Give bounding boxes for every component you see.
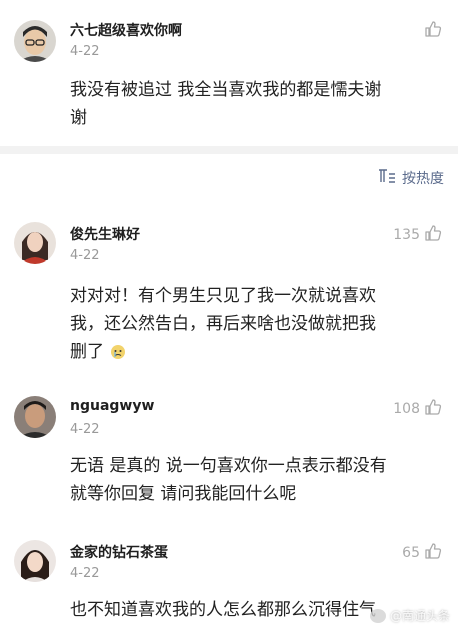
username[interactable]: 金家的钻石茶蛋 bbox=[70, 542, 168, 562]
sort-icon bbox=[378, 168, 396, 188]
comment-date: 4-22 bbox=[70, 566, 100, 581]
thumbs-up-icon bbox=[424, 20, 442, 42]
watermark: @南通头条 bbox=[369, 607, 450, 624]
crying-emoji-icon bbox=[109, 341, 127, 359]
like-button[interactable]: 135 bbox=[393, 224, 442, 246]
thumbs-up-icon bbox=[424, 224, 442, 246]
weibo-icon bbox=[369, 608, 386, 623]
thumbs-up-icon bbox=[424, 398, 442, 420]
like-count: 65 bbox=[402, 545, 420, 561]
avatar[interactable] bbox=[14, 540, 56, 582]
comment-date: 4-22 bbox=[70, 248, 100, 263]
like-button[interactable] bbox=[424, 20, 442, 42]
divider bbox=[0, 146, 458, 154]
comment-text: 我没有被追过 我全当喜欢我的都是懦夫谢 谢 bbox=[70, 80, 382, 128]
like-count: 135 bbox=[393, 227, 420, 243]
like-button[interactable]: 65 bbox=[402, 542, 442, 564]
avatar[interactable] bbox=[14, 396, 56, 438]
username[interactable]: 俊先生琳好 bbox=[70, 224, 140, 244]
watermark-text: @南通头条 bbox=[389, 609, 450, 623]
like-button[interactable]: 108 bbox=[393, 398, 442, 420]
sort-by-popularity-button[interactable]: 按热度 bbox=[378, 168, 444, 188]
comment-text: 对对对！有个男生只见了我一次就说喜欢 我，还公然告白，再后来啥也没做就把我 删了 bbox=[70, 286, 376, 362]
comment-date: 4-22 bbox=[70, 422, 100, 437]
comment-feed: 六七超级喜欢你啊 4-22 我没有被追过 我全当喜欢我的都是懦夫谢 谢 按热度 bbox=[0, 0, 458, 630]
username[interactable]: nguagwyw bbox=[70, 398, 154, 414]
like-count: 108 bbox=[393, 401, 420, 417]
comment-text: 无语 是真的 说一句喜欢你一点表示都没有 就等你回复 请问我能回什么呢 bbox=[70, 456, 387, 504]
sort-label: 按热度 bbox=[402, 171, 444, 187]
thumbs-up-icon bbox=[424, 542, 442, 564]
avatar[interactable] bbox=[14, 222, 56, 264]
comment-date: 4-22 bbox=[70, 44, 100, 59]
avatar[interactable] bbox=[14, 20, 56, 62]
username[interactable]: 六七超级喜欢你啊 bbox=[70, 20, 182, 40]
